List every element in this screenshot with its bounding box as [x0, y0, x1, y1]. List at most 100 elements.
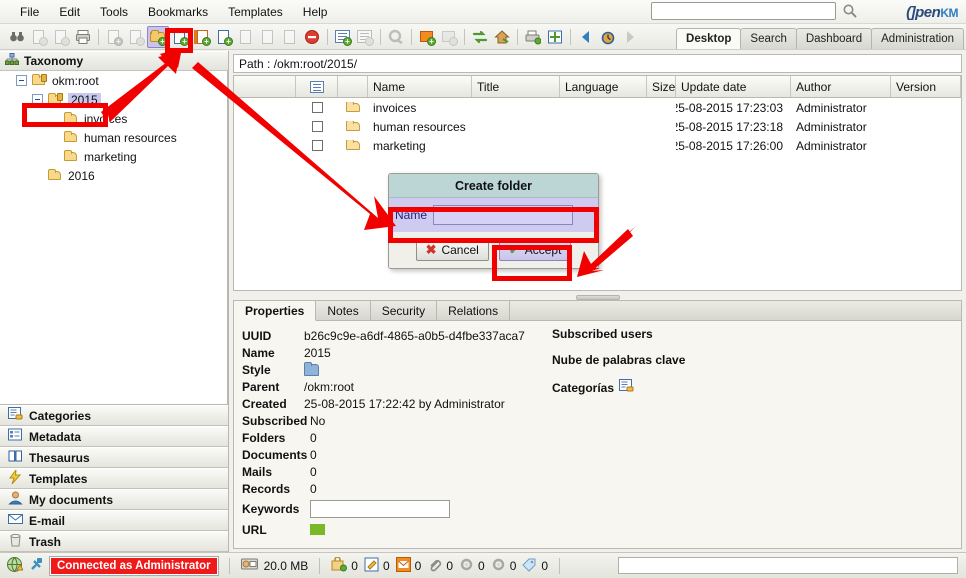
- section-label: Nube de palabras clave: [552, 353, 686, 367]
- table-row[interactable]: invoices 25-08-2015 17:23:03 Administrat…: [234, 98, 961, 117]
- row-checkbox[interactable]: [296, 121, 338, 132]
- folder-icon: [63, 150, 79, 163]
- plug-icon: [29, 557, 44, 575]
- copy-icon[interactable]: +: [213, 26, 235, 48]
- field-url: URL: [242, 521, 542, 538]
- sidebar-item-metadata[interactable]: Metadata: [0, 426, 228, 447]
- refresh-icon[interactable]: [469, 26, 491, 48]
- add-property-group-icon[interactable]: +: [332, 26, 354, 48]
- field-parent: Parent /okm:root: [242, 378, 542, 395]
- cell-name: marketing: [373, 138, 426, 153]
- add-document-icon[interactable]: +: [169, 26, 191, 48]
- field-keywords: Keywords: [242, 497, 542, 521]
- omr-icon[interactable]: [544, 26, 566, 48]
- sidebar-item-label: E-mail: [29, 513, 66, 528]
- collapse-icon[interactable]: [32, 94, 43, 105]
- field-created: Created 25-08-2015 17:22:42 by Administr…: [242, 395, 542, 412]
- clock-icon[interactable]: [597, 26, 619, 48]
- categories-icon[interactable]: [619, 379, 634, 396]
- tab-dashboard[interactable]: Dashboard: [795, 28, 873, 49]
- toolbar-separator-7: [570, 28, 571, 45]
- table-row[interactable]: marketing 25-08-2015 17:26:00 Administra…: [234, 136, 961, 155]
- scanner-icon[interactable]: [522, 26, 544, 48]
- sidebar-item-thesaurus[interactable]: Thesaurus: [0, 447, 228, 468]
- counter-value: 0: [478, 558, 485, 573]
- column-name[interactable]: Name: [368, 76, 472, 97]
- column-author[interactable]: Author: [791, 76, 891, 97]
- menu-item-file[interactable]: File: [10, 2, 49, 22]
- workspace: Taxonomy okm:root 2015 invoices human re…: [0, 51, 966, 552]
- add-subscription-icon[interactable]: +: [416, 26, 438, 48]
- sidebar-item-categories[interactable]: Categories: [0, 405, 228, 426]
- column-title[interactable]: Title: [472, 76, 560, 97]
- tab-properties[interactable]: Properties: [234, 301, 317, 321]
- accept-label: Accept: [524, 243, 562, 257]
- attachment-icon: [427, 557, 442, 575]
- sidebar-item-trash[interactable]: Trash: [0, 531, 228, 552]
- accept-button[interactable]: ✔ Accept: [498, 239, 572, 261]
- tab-notes[interactable]: Notes: [316, 301, 371, 321]
- row-checkbox[interactable]: [296, 102, 338, 113]
- column-icon: [338, 76, 368, 97]
- templates-icon: [8, 468, 23, 487]
- column-version[interactable]: Version: [891, 76, 961, 97]
- table-row[interactable]: human resources 25-08-2015 17:23:18 Admi…: [234, 117, 961, 136]
- tab-security[interactable]: Security: [370, 301, 438, 321]
- tab-administration[interactable]: Administration: [871, 28, 964, 49]
- tab-desktop[interactable]: Desktop: [676, 28, 742, 49]
- sidebar-item-templates[interactable]: Templates: [0, 468, 228, 489]
- globe-icon: [6, 556, 24, 576]
- folder-name-input[interactable]: [433, 205, 574, 225]
- counter-value: 0: [382, 558, 390, 573]
- memory-icon: [240, 557, 258, 575]
- tree-node-okm-root[interactable]: okm:root: [0, 71, 227, 90]
- collapse-icon[interactable]: [16, 75, 27, 86]
- add-folder-icon[interactable]: +: [147, 25, 169, 48]
- add-record-icon[interactable]: +: [191, 26, 213, 48]
- cancel-button[interactable]: ✖ Cancel: [415, 239, 489, 261]
- folder-icon: [31, 74, 47, 87]
- tree-node-marketing[interactable]: marketing: [0, 147, 227, 166]
- back-icon[interactable]: [575, 26, 597, 48]
- tree-node-2015[interactable]: 2015: [0, 90, 227, 109]
- print-icon[interactable]: [72, 26, 94, 48]
- search-icon[interactable]: [842, 3, 858, 19]
- keywords-input[interactable]: [310, 500, 450, 518]
- taxonomy-header: Taxonomy: [0, 51, 228, 71]
- workflow-icon: [459, 557, 474, 575]
- mail-icon: [395, 556, 411, 575]
- create-folder-dialog[interactable]: Create folder Name ✖ Cancel ✔ Accept: [388, 173, 599, 269]
- status-input[interactable]: [618, 557, 958, 574]
- folder-icon: [63, 112, 79, 125]
- menu-item-help[interactable]: Help: [293, 2, 338, 22]
- column-size[interactable]: Size: [647, 76, 676, 97]
- tab-search[interactable]: Search: [740, 28, 797, 49]
- menu-item-templates[interactable]: Templates: [218, 2, 293, 22]
- taxonomy-tree[interactable]: okm:root 2015 invoices human resources m…: [0, 71, 228, 405]
- tree-node-human-resources[interactable]: human resources: [0, 128, 227, 147]
- list-view-icon[interactable]: [309, 80, 324, 93]
- column-update-date[interactable]: Update date: [676, 76, 791, 97]
- row-checkbox[interactable]: [296, 140, 338, 151]
- sidebar-item-my-documents[interactable]: My documents: [0, 489, 228, 510]
- field-value: 0: [310, 430, 317, 445]
- tree-node-2016[interactable]: 2016: [0, 166, 227, 185]
- tab-relations[interactable]: Relations: [437, 301, 511, 321]
- search-input[interactable]: [651, 2, 836, 20]
- tree-node-invoices[interactable]: invoices: [0, 109, 227, 128]
- openkm-window: File Edit Tools Bookmarks Templates Help…: [0, 0, 966, 578]
- my-documents-icon: [8, 491, 23, 508]
- menu-item-tools[interactable]: Tools: [90, 2, 138, 22]
- sidebar-item-email[interactable]: E-mail: [0, 510, 228, 531]
- column-select-all[interactable]: [296, 76, 338, 97]
- url-swatch: [310, 524, 325, 535]
- home-icon[interactable]: [491, 26, 513, 48]
- horizontal-splitter[interactable]: [233, 292, 962, 300]
- delete-icon[interactable]: [301, 26, 323, 48]
- menu-item-bookmarks[interactable]: Bookmarks: [138, 2, 218, 22]
- menu-item-edit[interactable]: Edit: [49, 2, 90, 22]
- field-documents: Documents 0: [242, 446, 542, 463]
- section-categories: Categorías: [552, 379, 685, 396]
- find-icon[interactable]: [6, 26, 28, 48]
- column-language[interactable]: Language: [560, 76, 647, 97]
